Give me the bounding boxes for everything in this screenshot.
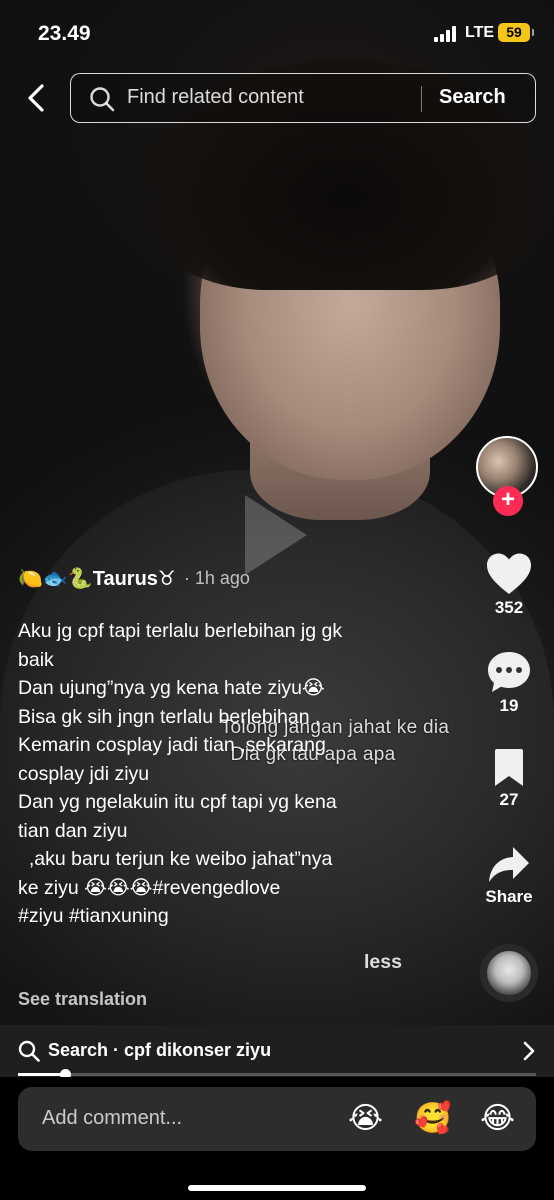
- save-count: 27: [499, 790, 519, 809]
- share-label: Share: [485, 887, 533, 906]
- home-indicator: [188, 1185, 366, 1191]
- search-icon: [18, 1040, 40, 1062]
- comment-box[interactable]: Add comment... 😭 🥰 😂: [18, 1087, 536, 1151]
- heart-icon: [487, 553, 531, 594]
- post-time: · 1h ago: [183, 568, 250, 588]
- post-caption: Aku jg cpf tapi terlalu berlebihan jg gk…: [18, 620, 343, 927]
- comment-input[interactable]: Add comment...: [42, 1107, 282, 1130]
- network-label: LTE: [465, 24, 495, 41]
- comment-icon: [488, 652, 530, 692]
- follow-button[interactable]: +: [493, 486, 523, 516]
- comment-area: Add comment... 😭 🥰 😂: [0, 1077, 554, 1200]
- battery-level: 59: [506, 24, 522, 40]
- share-button[interactable]: Share: [476, 845, 542, 907]
- progress-fill: [18, 1073, 65, 1076]
- emoji-laughing-button[interactable]: 😂: [480, 1101, 515, 1137]
- less-button[interactable]: less: [364, 951, 402, 974]
- signal-icon: [434, 26, 460, 42]
- music-disc[interactable]: [480, 944, 538, 1002]
- status-time: 23.49: [38, 22, 91, 45]
- comment-button[interactable]: 19: [476, 650, 542, 716]
- share-icon: [489, 847, 529, 882]
- status-bar: 23.49 LTE 59: [0, 0, 554, 66]
- see-translation-link[interactable]: See translation: [18, 989, 147, 1010]
- like-button[interactable]: 352: [476, 552, 542, 618]
- video-progress-bar[interactable]: [18, 1069, 536, 1080]
- save-button[interactable]: 27: [476, 748, 542, 810]
- search-divider: [421, 86, 422, 112]
- search-suggestion-bar[interactable]: Search · cpf dikonser ziyu: [0, 1025, 554, 1077]
- back-button[interactable]: [22, 82, 52, 114]
- chevron-left-icon: [28, 84, 44, 112]
- search-input[interactable]: Find related content: [127, 86, 417, 109]
- bookmark-icon: [495, 749, 523, 786]
- search-icon: [90, 87, 115, 112]
- author-name[interactable]: 🍋🐟🐍Taurus♉: [18, 566, 176, 591]
- emoji-crying-button[interactable]: 😭: [348, 1101, 383, 1137]
- author-row: 🍋🐟🐍Taurus♉ · 1h ago: [18, 566, 250, 591]
- search-suggestion-text: Search · cpf dikonser ziyu: [48, 1040, 272, 1060]
- chevron-right-icon: [523, 1041, 535, 1061]
- search-button[interactable]: Search: [439, 86, 506, 109]
- battery-icon: 59: [498, 23, 534, 42]
- like-count: 352: [494, 598, 524, 617]
- comment-count: 19: [499, 696, 519, 715]
- play-icon: [245, 495, 307, 575]
- search-bar[interactable]: Find related content Search: [70, 73, 536, 123]
- emoji-hearts-button[interactable]: 🥰: [414, 1101, 451, 1137]
